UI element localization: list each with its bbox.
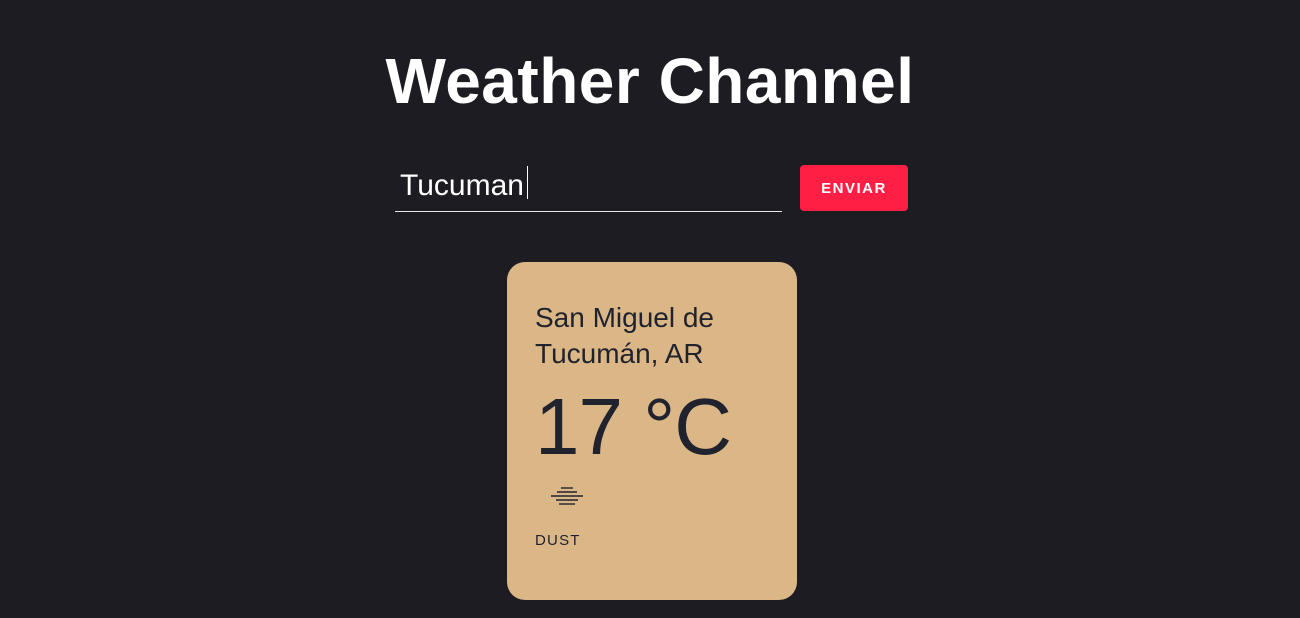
dust-haze-icon [551, 487, 583, 505]
city-name: San Miguel de Tucumán, AR [535, 302, 715, 369]
page-title: Weather Channel [385, 45, 915, 117]
weather-app: Weather Channel ENVIAR San Miguel de Tuc… [0, 0, 1300, 618]
temperature: 17 °C [535, 382, 732, 471]
weather-condition: DUST [535, 532, 581, 549]
search-form: ENVIAR [395, 160, 915, 214]
send-button[interactable]: ENVIAR [800, 165, 908, 211]
city-search-input[interactable] [395, 160, 782, 212]
weather-card: San Miguel de Tucumán, AR 17 °C DUST [507, 262, 797, 600]
text-caret [527, 166, 528, 199]
